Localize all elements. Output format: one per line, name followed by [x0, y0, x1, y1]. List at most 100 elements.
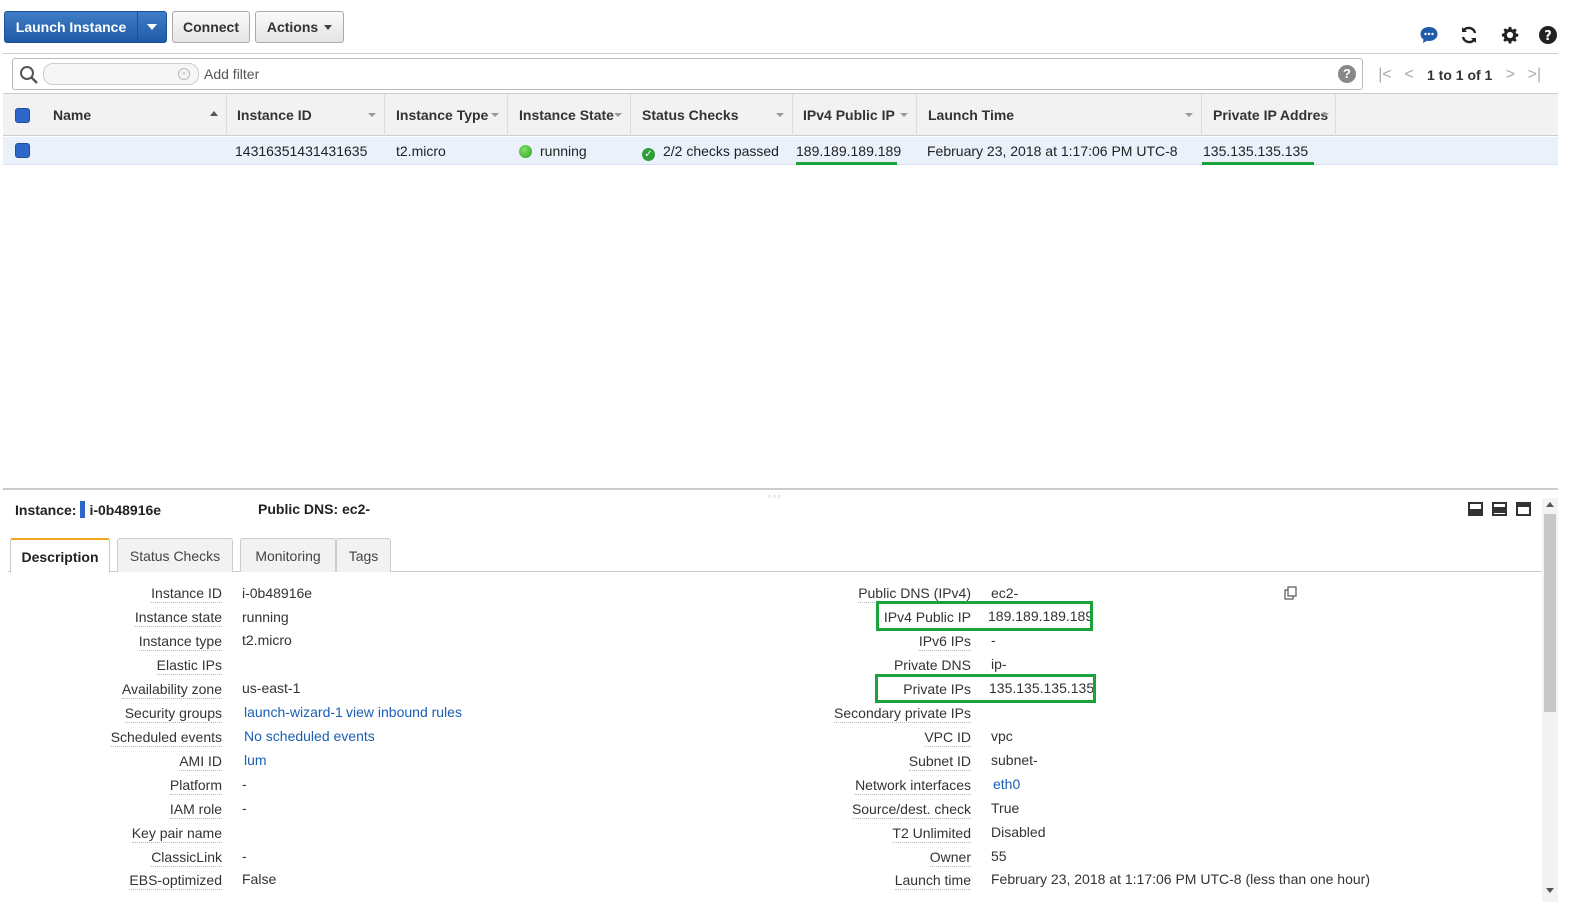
column-header-instance-id[interactable]: Instance ID [227, 94, 385, 136]
pane-bottom-view-icon[interactable] [1468, 502, 1483, 516]
field-label: Source/dest. check [851, 801, 971, 819]
cell-ipv4-public-ip: 189.189.189.189 [796, 143, 902, 159]
column-header-instance-state[interactable]: Instance State [508, 94, 631, 136]
tab-status-checks[interactable]: Status Checks [117, 538, 233, 572]
instance-marker-icon [80, 501, 86, 518]
toolbar: Launch Instance Connect Actions ? [0, 0, 1576, 52]
chat-icon[interactable] [1418, 24, 1440, 46]
field-value: i-0b48916e [242, 585, 313, 601]
gear-icon[interactable] [1499, 24, 1521, 46]
chevron-down-icon [324, 24, 333, 30]
field-label: IAM role [169, 801, 222, 819]
pane-top-view-icon[interactable] [1516, 502, 1531, 516]
column-header-ipv4-public-ip[interactable]: IPv4 Public IP [793, 94, 917, 136]
select-all-checkbox[interactable] [15, 108, 30, 123]
field-label: ClassicLink [151, 849, 222, 867]
scroll-up-icon[interactable] [1546, 502, 1554, 507]
field-value: February 23, 2018 at 1:17:06 PM UTC-8 (l… [991, 871, 1370, 887]
chevron-down-icon [147, 24, 157, 30]
row-checkbox[interactable] [15, 143, 30, 158]
field-value: t2.micro [242, 632, 292, 648]
prev-page-icon[interactable]: < [1397, 66, 1421, 84]
highlight-underline [796, 162, 897, 165]
check-passed-icon: ✓ [642, 148, 655, 161]
add-filter-input[interactable]: Add filter [204, 66, 259, 82]
column-header-launch-time[interactable]: Launch Time [917, 94, 1202, 136]
highlight-underline [1202, 162, 1314, 165]
column-header-private-ip[interactable]: Private IP Addres [1202, 94, 1336, 136]
field-label: VPC ID [924, 729, 971, 747]
svg-text:?: ? [1544, 29, 1552, 44]
security-group-link[interactable]: launch-wizard-1 . [244, 704, 351, 720]
scheduled-events-link[interactable]: No scheduled events [244, 728, 375, 744]
details-public-dns-heading: Public DNS: ec2- [258, 501, 371, 517]
actions-label: Actions [266, 19, 319, 35]
network-interface-link[interactable]: eth0 [993, 776, 1020, 792]
launch-instance-button[interactable]: Launch Instance [4, 11, 138, 43]
cell-instance-state: running [519, 143, 587, 159]
first-page-icon[interactable]: |< [1373, 66, 1397, 84]
field-value: - [242, 776, 247, 792]
clear-search-icon[interactable]: × [178, 68, 190, 80]
details-scrollbar[interactable] [1542, 498, 1558, 902]
column-header-instance-type[interactable]: Instance Type [385, 94, 508, 136]
cell-launch-time: February 23, 2018 at 1:17:06 PM UTC-8 [927, 143, 1178, 159]
cell-private-ip: 135.135.135.135 [1203, 143, 1309, 159]
highlight-box [875, 674, 1096, 703]
refresh-icon[interactable] [1458, 24, 1480, 46]
field-label: Key pair name [131, 825, 222, 843]
field-value: ip- [991, 656, 1007, 672]
ami-id-link[interactable]: lum [244, 752, 267, 768]
help-icon[interactable]: ? [1537, 24, 1559, 46]
splitter-grip-icon[interactable]: ▫▫▫ [768, 492, 783, 501]
field-value: us-east-1 [242, 680, 301, 696]
pagination: |< < 1 to 1 of 1 > >| [1373, 65, 1553, 85]
next-page-icon[interactable]: > [1498, 66, 1522, 84]
field-label: Instance ID [151, 585, 222, 603]
field-label: IPv6 IPs [918, 633, 971, 651]
grid-header: Name Instance ID Instance Type Instance … [3, 94, 1558, 136]
filter-bar: × Add filter ? |< < 1 to 1 of 1 > >| [3, 53, 1558, 94]
field-label: Elastic IPs [156, 657, 222, 675]
field-label: Network interfaces [855, 777, 971, 795]
field-value: subnet- [991, 752, 1038, 768]
field-label: EBS-optimized [129, 872, 222, 890]
field-label: Instance type [138, 633, 222, 651]
tab-tags[interactable]: Tags [336, 538, 391, 572]
pager-text: 1 to 1 of 1 [1427, 67, 1493, 83]
field-value: vpc [991, 728, 1013, 744]
cell-instance-id: 14316351431431635 [235, 143, 368, 159]
scrollbar-thumb[interactable] [1544, 514, 1556, 712]
cell-status-checks: ✓ 2/2 checks passed [642, 143, 779, 161]
copy-icon[interactable] [1284, 586, 1297, 603]
running-status-icon [519, 145, 532, 158]
tab-monitoring[interactable]: Monitoring [240, 538, 336, 572]
field-value: - [242, 800, 247, 816]
search-input[interactable] [43, 63, 199, 85]
column-header-name[interactable]: Name [41, 94, 227, 136]
scroll-down-icon[interactable] [1546, 888, 1554, 893]
filter-box[interactable]: × Add filter ? [12, 58, 1363, 90]
highlight-box [876, 601, 1093, 631]
connect-button[interactable]: Connect [172, 11, 250, 43]
last-page-icon[interactable]: >| [1522, 66, 1546, 84]
field-label: Security groups [124, 705, 222, 723]
field-label: Availability zone [121, 681, 222, 699]
field-label: Private DNS [893, 657, 971, 675]
details-tabs: Description Status Checks Monitoring Tag… [8, 538, 1542, 573]
pane-split-view-icon[interactable] [1492, 502, 1507, 516]
tab-description[interactable]: Description [10, 538, 110, 573]
field-value: - [242, 848, 247, 864]
cell-instance-type: t2.micro [396, 143, 446, 159]
column-header-status-checks[interactable]: Status Checks [631, 94, 793, 136]
field-label: Scheduled events [110, 729, 222, 747]
view-inbound-rules-link[interactable]: view inbound rules [346, 704, 462, 720]
field-label: Platform [169, 777, 222, 795]
field-label: AMI ID [179, 753, 222, 771]
table-row[interactable]: 14316351431431635 t2.micro running ✓ 2/2 … [3, 137, 1558, 165]
pane-splitter[interactable] [3, 488, 1558, 490]
launch-instance-dropdown-button[interactable] [137, 11, 167, 43]
actions-button[interactable]: Actions [255, 11, 344, 43]
filter-help-icon[interactable]: ? [1338, 65, 1356, 83]
field-value: False [242, 871, 277, 887]
